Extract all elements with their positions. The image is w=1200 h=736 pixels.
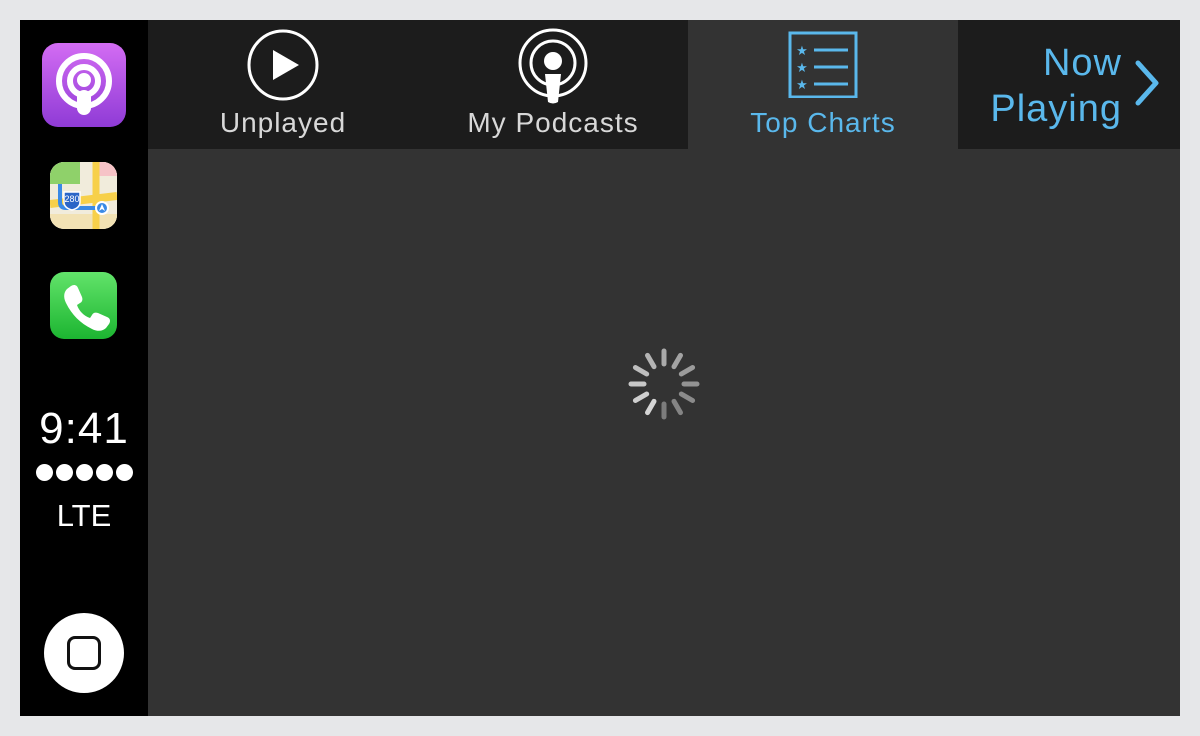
spinner-icon bbox=[628, 348, 700, 420]
signal-dot bbox=[36, 464, 53, 481]
now-playing-line1: Now bbox=[1042, 42, 1122, 84]
tab-top-charts[interactable]: ★ ★ ★ Top Charts bbox=[688, 20, 958, 149]
now-playing-line2: Playing bbox=[990, 88, 1122, 130]
signal-dot bbox=[116, 464, 133, 481]
phone-app-icon[interactable] bbox=[50, 272, 117, 339]
tab-label: My Podcasts bbox=[467, 107, 639, 138]
carplay-screen: 280 9:41 LTE Unplayed My Podcasts ★ ★ ★ … bbox=[20, 20, 1180, 716]
clock: 9:41 bbox=[39, 404, 129, 453]
now-playing-label: Now Playing bbox=[990, 40, 1122, 132]
carplay-sidebar: 280 9:41 LTE bbox=[20, 20, 148, 716]
tab-bar: Unplayed My Podcasts ★ ★ ★ Top Charts No… bbox=[148, 20, 1180, 149]
signal-strength-icon bbox=[36, 464, 136, 482]
home-square-icon bbox=[67, 636, 101, 670]
podcast-icon bbox=[518, 28, 588, 104]
signal-dot bbox=[56, 464, 73, 481]
top-charts-icon: ★ ★ ★ bbox=[788, 31, 858, 98]
home-button[interactable] bbox=[44, 613, 124, 693]
now-playing-button[interactable]: Now Playing bbox=[958, 20, 1180, 149]
play-circle-icon bbox=[247, 29, 319, 101]
maps-app-icon[interactable]: 280 bbox=[50, 162, 117, 229]
svg-text:★: ★ bbox=[796, 44, 808, 59]
tab-my-podcasts[interactable]: My Podcasts bbox=[418, 20, 688, 149]
svg-text:★: ★ bbox=[796, 61, 808, 76]
network-type: LTE bbox=[56, 498, 112, 533]
tab-label: Top Charts bbox=[750, 107, 896, 138]
signal-dot bbox=[76, 464, 93, 481]
svg-text:★: ★ bbox=[796, 78, 808, 93]
chevron-right-icon bbox=[1135, 60, 1159, 106]
signal-dot bbox=[96, 464, 113, 481]
tab-unplayed[interactable]: Unplayed bbox=[148, 20, 418, 149]
podcasts-app-icon[interactable] bbox=[42, 43, 126, 127]
main-content: Unplayed My Podcasts ★ ★ ★ Top Charts No… bbox=[148, 20, 1180, 716]
tab-label: Unplayed bbox=[219, 107, 347, 138]
route-shield-label: 280 bbox=[64, 194, 79, 204]
